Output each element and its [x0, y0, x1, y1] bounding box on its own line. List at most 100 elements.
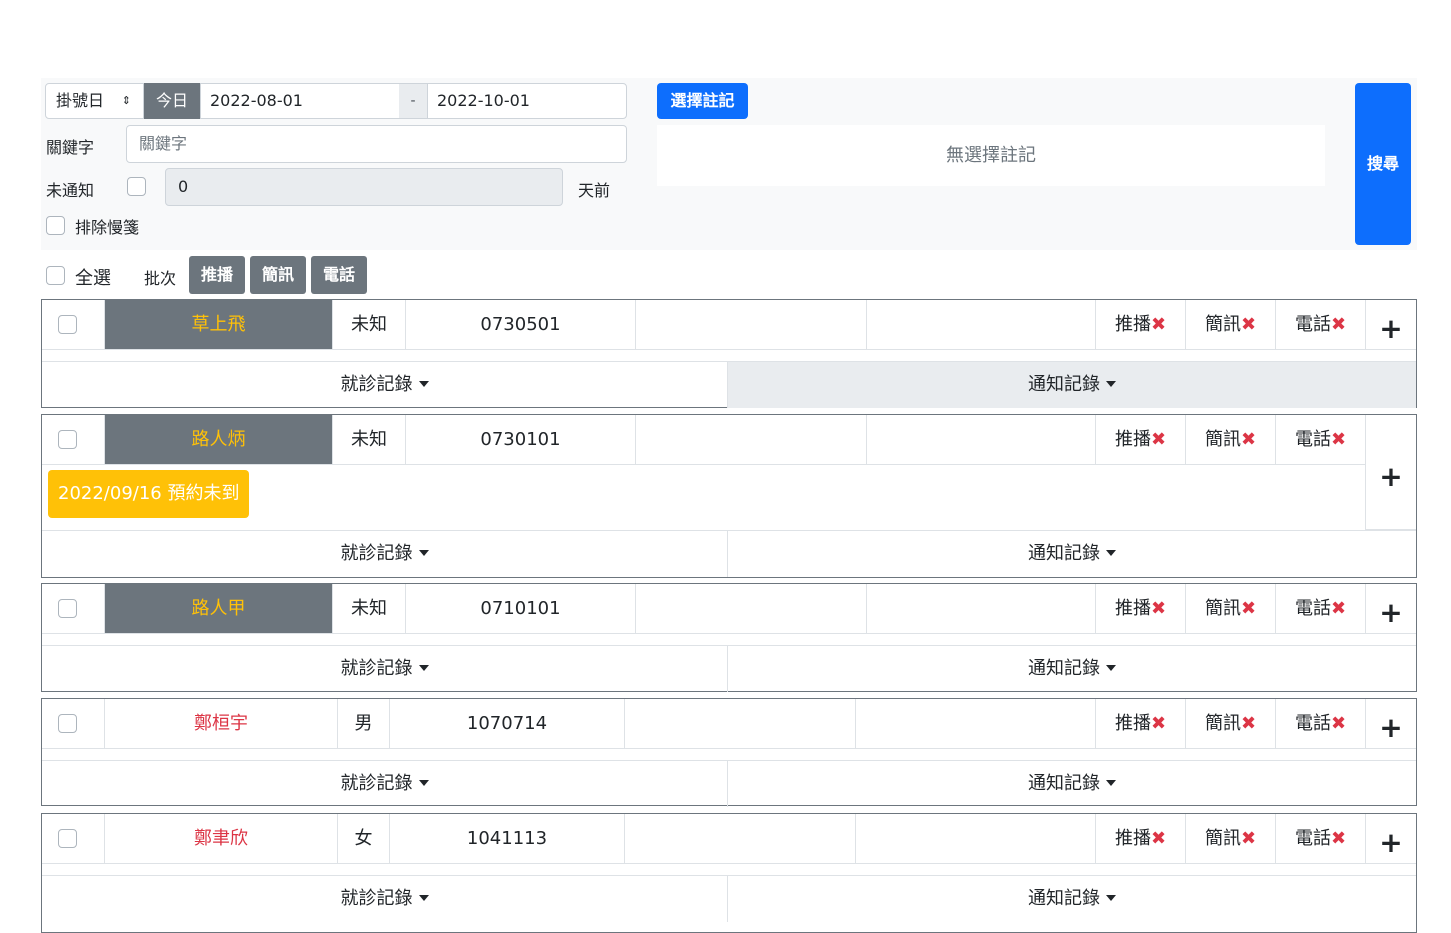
phone-status[interactable]: 電話✖: [1276, 584, 1366, 634]
x-icon: ✖: [1150, 314, 1167, 335]
select-all-label: 全選: [75, 268, 111, 289]
batch-sms-button[interactable]: 簡訊: [250, 256, 306, 294]
patient-checkbox[interactable]: [58, 430, 77, 449]
push-status[interactable]: 推播✖: [1096, 415, 1186, 465]
patient-row: 鄭聿欣 女 1041113 推播✖ 簡訊✖ 電話✖: [42, 814, 1366, 864]
patient-cell-checkbox: [42, 699, 105, 749]
caret-down-icon: [1106, 665, 1116, 671]
records-bar: 就診記錄 通知記錄: [42, 645, 1416, 692]
patient-card: 鄭桓宇 男 1070714 推播✖ 簡訊✖ 電話✖ + 就診記錄 通知記錄: [41, 698, 1417, 807]
visit-records-dropdown[interactable]: 就診記錄: [42, 362, 728, 408]
patient-extra-cell: [867, 415, 1096, 465]
caret-down-icon: [418, 381, 429, 387]
days-suffix-label: 天前: [578, 181, 611, 200]
sms-status[interactable]: 簡訊✖: [1186, 300, 1276, 350]
caret-down-icon: [418, 665, 429, 671]
patient-birth: 0710101: [406, 584, 636, 634]
notify-records-label: 通知記錄: [1028, 888, 1100, 909]
visit-records-dropdown[interactable]: 就診記錄: [42, 761, 728, 807]
sms-status[interactable]: 簡訊✖: [1186, 415, 1276, 465]
patient-birth: 1041113: [390, 814, 625, 864]
patient-name[interactable]: 路人炳: [105, 415, 333, 465]
select-note-button[interactable]: 選擇註記: [657, 83, 748, 119]
unnotified-label: 未通知: [46, 181, 95, 200]
sms-label: 簡訊: [1204, 314, 1241, 335]
patient-extra-cell: [636, 300, 867, 350]
patient-card: 路人炳 未知 0730101 推播✖ 簡訊✖ 電話✖ + 2022/09/16 …: [41, 414, 1417, 578]
notify-records-dropdown[interactable]: 通知記錄: [728, 876, 1416, 922]
records-bar: 就診記錄 通知記錄: [42, 760, 1416, 807]
patient-checkbox[interactable]: [58, 599, 77, 618]
sms-status[interactable]: 簡訊✖: [1186, 699, 1276, 749]
expand-plus-button[interactable]: +: [1365, 300, 1416, 350]
x-icon: ✖: [1330, 598, 1347, 619]
x-icon: ✖: [1240, 314, 1257, 335]
search-button[interactable]: 搜尋: [1355, 83, 1411, 245]
patient-name[interactable]: 路人甲: [105, 584, 333, 634]
x-icon: ✖: [1330, 828, 1347, 849]
visit-records-dropdown[interactable]: 就診記錄: [42, 531, 728, 577]
push-label: 推播: [1114, 314, 1151, 335]
date-type-select[interactable]: 掛號日 ⇕: [45, 83, 144, 119]
batch-label: 批次: [144, 269, 177, 288]
patient-checkbox[interactable]: [58, 315, 77, 334]
patient-gender: 未知: [333, 300, 406, 350]
date-to-input[interactable]: 2022-10-01: [427, 83, 627, 119]
records-bar: 就診記錄 通知記錄: [42, 875, 1416, 922]
x-icon: ✖: [1330, 713, 1347, 734]
patient-name[interactable]: 草上飛: [105, 300, 333, 350]
batch-phone-button[interactable]: 電話: [311, 256, 367, 294]
push-status[interactable]: 推播✖: [1096, 300, 1186, 350]
select-all-checkbox[interactable]: [46, 266, 65, 285]
patient-extra-cell: [636, 415, 867, 465]
sms-label: 簡訊: [1204, 429, 1241, 450]
keyword-label: 關鍵字: [46, 138, 95, 157]
notify-records-dropdown[interactable]: 通知記錄: [728, 646, 1416, 692]
visit-records-dropdown[interactable]: 就診記錄: [42, 876, 728, 922]
visit-records-label: 就診記錄: [340, 543, 413, 564]
x-icon: ✖: [1150, 713, 1167, 734]
appointment-badge: 2022/09/16 預約未到: [48, 470, 250, 518]
patient-cell-checkbox: [42, 814, 105, 864]
expand-plus-button[interactable]: +: [1365, 584, 1416, 634]
expand-plus-button[interactable]: +: [1365, 415, 1416, 530]
unnotified-checkbox[interactable]: [127, 177, 146, 196]
exclude-chronic-checkbox[interactable]: [46, 216, 65, 235]
push-status[interactable]: 推播✖: [1096, 699, 1186, 749]
phone-status[interactable]: 電話✖: [1276, 300, 1366, 350]
unnotified-days-input[interactable]: 0: [165, 168, 563, 206]
notify-records-dropdown[interactable]: 通知記錄: [728, 531, 1416, 577]
caret-down-icon: [1106, 895, 1116, 901]
visit-records-label: 就診記錄: [340, 888, 413, 909]
visit-records-dropdown[interactable]: 就診記錄: [42, 646, 728, 692]
phone-status[interactable]: 電話✖: [1276, 415, 1366, 465]
notify-records-dropdown[interactable]: 通知記錄: [728, 362, 1416, 408]
patient-extra-cell: [636, 584, 867, 634]
phone-status[interactable]: 電話✖: [1276, 699, 1366, 749]
push-status[interactable]: 推播✖: [1096, 584, 1186, 634]
visit-records-label: 就診記錄: [340, 374, 413, 395]
phone-status[interactable]: 電話✖: [1276, 814, 1366, 864]
x-icon: ✖: [1150, 828, 1167, 849]
sms-status[interactable]: 簡訊✖: [1186, 814, 1276, 864]
visit-records-label: 就診記錄: [340, 658, 413, 679]
expand-plus-button[interactable]: +: [1365, 699, 1416, 749]
push-label: 推播: [1114, 713, 1151, 734]
notify-records-dropdown[interactable]: 通知記錄: [728, 761, 1416, 807]
expand-plus-button[interactable]: +: [1365, 814, 1416, 864]
patient-row: 鄭桓宇 男 1070714 推播✖ 簡訊✖ 電話✖: [42, 699, 1366, 749]
date-from-input[interactable]: 2022-08-01: [200, 83, 400, 119]
patient-name[interactable]: 鄭桓宇: [105, 699, 338, 749]
keyword-input[interactable]: 關鍵字: [126, 125, 627, 163]
x-icon: ✖: [1150, 598, 1167, 619]
patient-cell-checkbox: [42, 415, 105, 465]
push-status[interactable]: 推播✖: [1096, 814, 1186, 864]
patient-checkbox[interactable]: [58, 829, 77, 848]
push-label: 推播: [1114, 828, 1151, 849]
today-button[interactable]: 今日: [144, 83, 200, 119]
caret-down-icon: [1106, 381, 1116, 387]
patient-checkbox[interactable]: [58, 714, 77, 733]
patient-name[interactable]: 鄭聿欣: [105, 814, 338, 864]
sms-status[interactable]: 簡訊✖: [1186, 584, 1276, 634]
batch-push-button[interactable]: 推播: [189, 256, 245, 294]
